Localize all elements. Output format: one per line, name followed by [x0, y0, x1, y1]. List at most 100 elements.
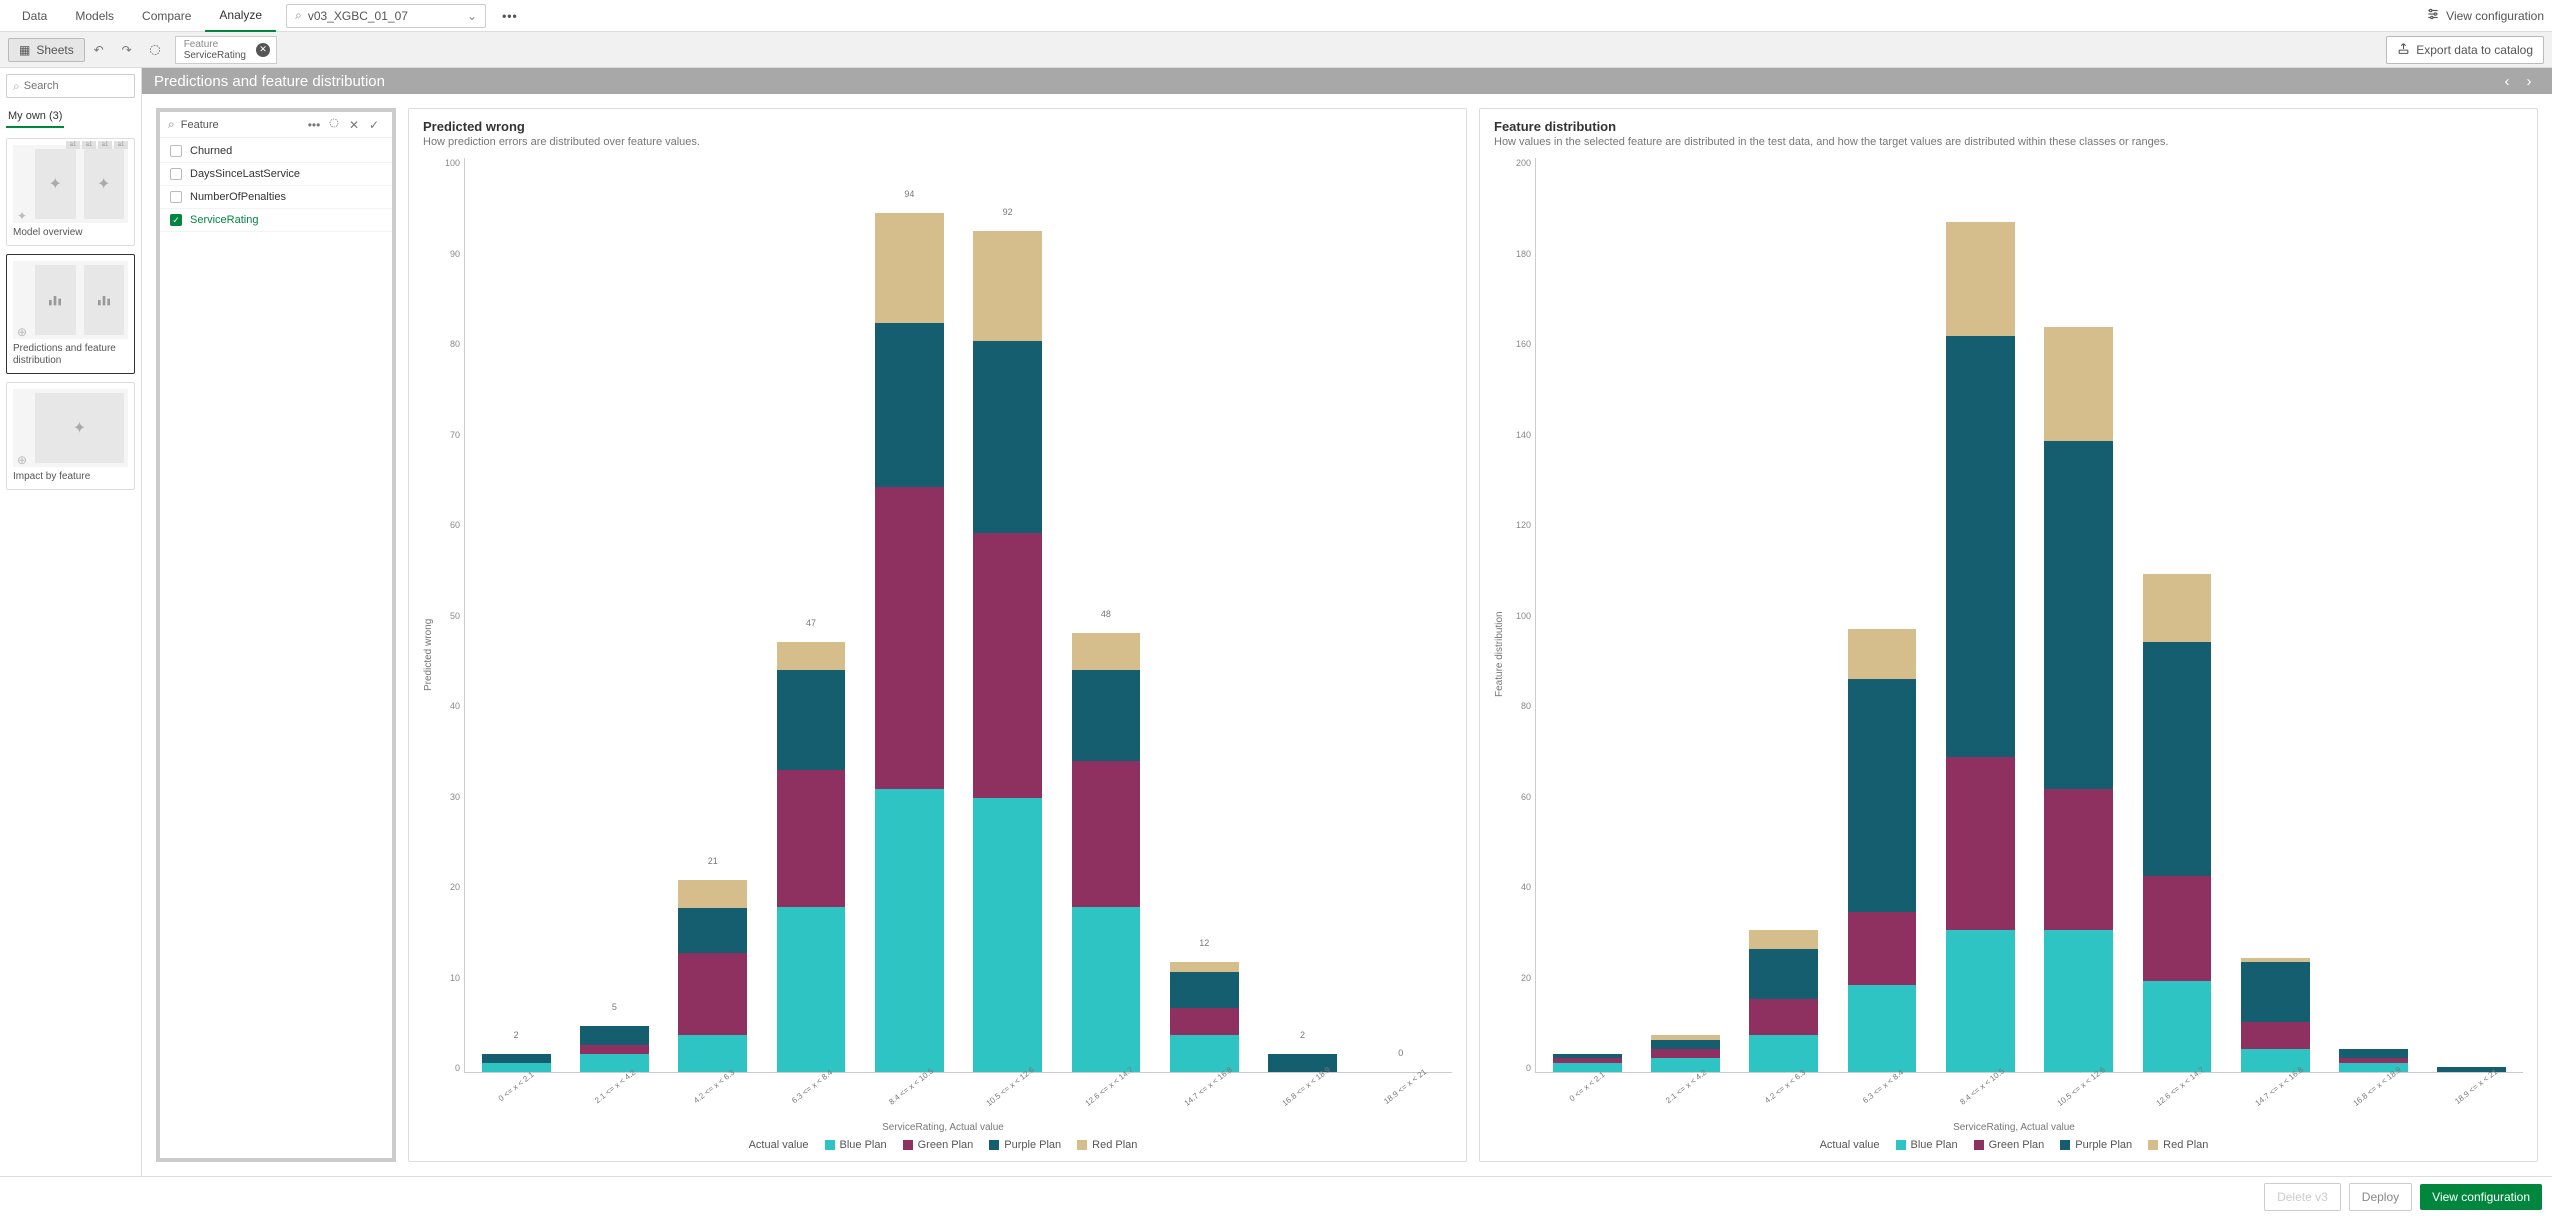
bar-column[interactable]: [2324, 158, 2422, 1072]
bar-segment: [1170, 972, 1239, 1009]
bar-column[interactable]: [1538, 158, 1636, 1072]
close-icon[interactable]: ✕: [344, 118, 364, 132]
sidebar-myown-tab[interactable]: My own (3): [6, 106, 64, 128]
bar-column[interactable]: [1931, 158, 2029, 1072]
bar-column[interactable]: 47: [762, 158, 860, 1072]
confirm-icon[interactable]: ✓: [364, 118, 384, 132]
more-icon[interactable]: •••: [304, 118, 324, 132]
footer-actions: Delete v3 Deploy View configuration: [0, 1176, 2552, 1216]
filter-chip-feature[interactable]: Feature ServiceRating ✕: [175, 36, 277, 64]
undo-button[interactable]: ↶: [85, 36, 113, 64]
sheet-thumb-impact[interactable]: ⊕ ✦ Impact by feature: [6, 382, 135, 490]
feature-item[interactable]: NumberOfPenalties: [160, 186, 392, 209]
bar-column[interactable]: 0: [1352, 158, 1450, 1072]
left-sidebar: ⌕ My own (3) a1a1a1a1 ✦ ✦ ✦ Model overvi…: [0, 68, 142, 1176]
y-tick: 60: [1521, 792, 1531, 802]
bar-segment: [973, 798, 1042, 1072]
legend-item[interactable]: Red Plan: [2148, 1139, 2208, 1151]
bar-segment: [875, 323, 944, 488]
sheet-thumb-predictions[interactable]: ⊕ Predictions and feature distribution: [6, 254, 135, 374]
sidebar-search-input[interactable]: [24, 80, 128, 92]
feature-item-label: ServiceRating: [190, 214, 258, 226]
y-tick: 20: [450, 882, 460, 892]
tab-compare[interactable]: Compare: [128, 1, 205, 31]
legend-item[interactable]: Red Plan: [1077, 1139, 1137, 1151]
y-tick: 200: [1516, 158, 1531, 168]
feature-item[interactable]: Churned: [160, 140, 392, 163]
bar-segment: [2044, 441, 2113, 788]
y-axis-label: Feature distribution: [1494, 158, 1505, 1151]
chip-remove-icon[interactable]: ✕: [256, 43, 270, 57]
feature-item[interactable]: DaysSinceLastService: [160, 163, 392, 186]
y-tick: 180: [1516, 249, 1531, 259]
feature-distribution-chart: Feature distribution How values in the s…: [1479, 108, 2538, 1162]
thumb-caption: Predictions and feature distribution: [13, 343, 128, 367]
legend-item[interactable]: Purple Plan: [2060, 1139, 2132, 1151]
legend-swatch: [1077, 1140, 1087, 1150]
puzzle-icon: ✦: [35, 393, 124, 463]
bar-column[interactable]: 5: [565, 158, 663, 1072]
tab-data[interactable]: Data: [8, 1, 61, 31]
bar-segment: [2044, 789, 2113, 931]
top-navigation: Data Models Compare Analyze ⌕ v03_XGBC_0…: [0, 0, 2552, 32]
bar-segment: [1848, 912, 1917, 985]
bar-column[interactable]: 21: [664, 158, 762, 1072]
bar-column[interactable]: [2226, 158, 2324, 1072]
bar-column[interactable]: 94: [860, 158, 958, 1072]
view-configuration-link[interactable]: View configuration: [2426, 7, 2544, 24]
bar-segment: [2044, 327, 2113, 441]
bar-column[interactable]: [2029, 158, 2127, 1072]
selections-tool-icon[interactable]: [141, 36, 169, 64]
bar-column[interactable]: 2: [467, 158, 565, 1072]
y-tick: 100: [445, 158, 460, 168]
export-data-button[interactable]: Export data to catalog: [2386, 36, 2544, 64]
legend-swatch: [1896, 1140, 1906, 1150]
chart-subtitle: How prediction errors are distributed ov…: [423, 136, 1452, 148]
x-axis-label: ServiceRating, Actual value: [434, 1122, 1452, 1133]
page-title: Predictions and feature distribution: [154, 73, 385, 90]
lasso-icon[interactable]: [324, 117, 344, 132]
sidebar-search[interactable]: ⌕: [6, 74, 135, 98]
feature-item-label: Churned: [190, 145, 232, 157]
delete-version-button[interactable]: Delete v3: [2264, 1183, 2341, 1211]
bar-segment: [777, 907, 846, 1072]
y-tick: 40: [1521, 882, 1531, 892]
legend-swatch: [989, 1140, 999, 1150]
bar-segment: [2339, 1049, 2408, 1058]
y-tick: 100: [1516, 611, 1531, 621]
deploy-button[interactable]: Deploy: [2349, 1183, 2412, 1211]
sheet-thumb-model-overview[interactable]: a1a1a1a1 ✦ ✦ ✦ Model overview: [6, 138, 135, 246]
legend-item[interactable]: Green Plan: [1974, 1139, 2045, 1151]
sheets-button[interactable]: ▦ Sheets: [8, 38, 85, 62]
bar-total-label: 0: [1398, 1048, 1403, 1058]
bar-segment: [777, 770, 846, 907]
redo-button[interactable]: ↷: [113, 36, 141, 64]
bar-column[interactable]: 12: [1155, 158, 1253, 1072]
bar-segment: [1072, 761, 1141, 907]
legend-label: Purple Plan: [1004, 1139, 1061, 1151]
bar-column[interactable]: [1833, 158, 1931, 1072]
checkbox-icon: [170, 191, 182, 203]
model-dropdown[interactable]: ⌕ v03_XGBC_01_07 ⌄: [286, 4, 486, 28]
bar-column[interactable]: [1735, 158, 1833, 1072]
prev-sheet-button[interactable]: ‹: [2496, 68, 2518, 94]
next-sheet-button[interactable]: ›: [2518, 68, 2540, 94]
bar-column[interactable]: 2: [1253, 158, 1351, 1072]
bar-total-label: 47: [806, 618, 816, 628]
bar-column[interactable]: 92: [958, 158, 1056, 1072]
legend-item[interactable]: Purple Plan: [989, 1139, 1061, 1151]
more-menu-button[interactable]: •••: [496, 5, 524, 27]
page-title-bar: Predictions and feature distribution ‹ ›: [142, 68, 2552, 94]
bar-column[interactable]: 48: [1057, 158, 1155, 1072]
feature-item[interactable]: ✓ServiceRating: [160, 209, 392, 232]
legend-item[interactable]: Green Plan: [903, 1139, 974, 1151]
tab-models[interactable]: Models: [61, 1, 128, 31]
bar-column[interactable]: [2423, 158, 2521, 1072]
bar-column[interactable]: [1636, 158, 1734, 1072]
view-configuration-button[interactable]: View configuration: [2420, 1184, 2542, 1210]
bar-column[interactable]: [2128, 158, 2226, 1072]
legend-item[interactable]: Blue Plan: [1896, 1139, 1958, 1151]
legend-item[interactable]: Blue Plan: [825, 1139, 887, 1151]
tab-analyze[interactable]: Analyze: [205, 0, 276, 32]
puzzle-icon: ✦: [13, 145, 31, 223]
